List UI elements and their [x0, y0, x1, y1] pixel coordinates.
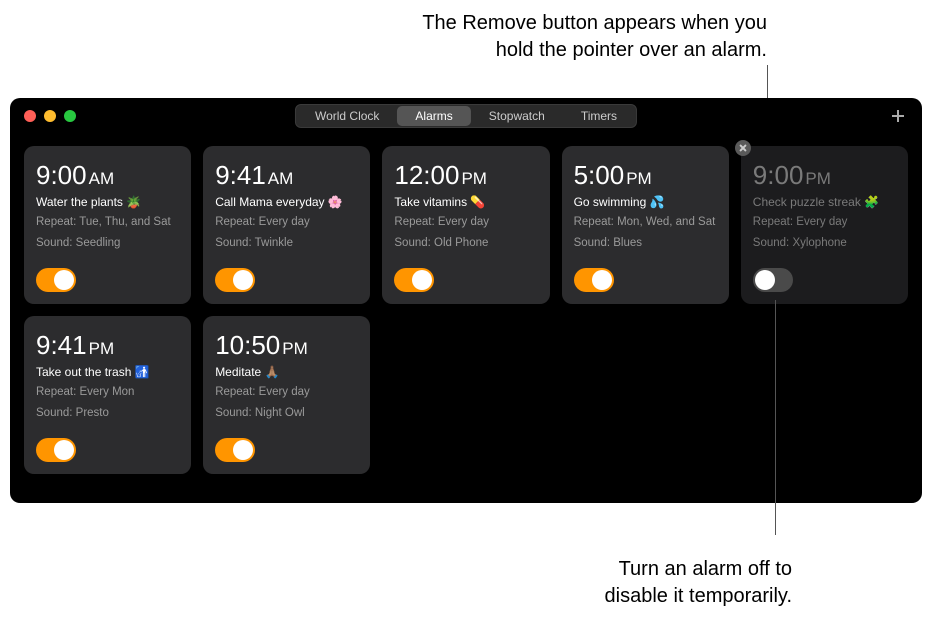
alarm-period: PM: [461, 169, 487, 189]
alarm-period: PM: [282, 339, 308, 359]
alarm-repeat: Repeat: Mon, Wed, and Sat: [574, 215, 717, 230]
alarm-label: Go swimming 💦: [574, 195, 717, 209]
alarm-toggle[interactable]: [215, 268, 255, 292]
toggle-knob: [755, 270, 775, 290]
callout-remove-button: The Remove button appears when youhold t…: [422, 10, 767, 64]
alarm-period: PM: [626, 169, 652, 189]
alarm-sound: Sound: Twinkle: [215, 236, 358, 251]
alarm-label: Water the plants 🪴: [36, 195, 179, 209]
tab-timers[interactable]: Timers: [563, 106, 635, 126]
alarm-time: 10:50PM: [215, 330, 358, 361]
alarm-label: Check puzzle streak 🧩: [753, 195, 896, 209]
x-icon: [739, 144, 747, 152]
alarm-time: 12:00PM: [394, 160, 537, 191]
alarm-toggle[interactable]: [36, 268, 76, 292]
minimize-button[interactable]: [44, 110, 56, 122]
alarm-time: 9:00AM: [36, 160, 179, 191]
alarm-card[interactable]: 12:00PM Take vitamins 💊 Repeat: Every day S…: [382, 146, 549, 304]
tab-bar: World ClockAlarmsStopwatchTimers: [295, 104, 637, 128]
alarm-label: Take vitamins 💊: [394, 195, 537, 209]
tab-world-clock[interactable]: World Clock: [297, 106, 397, 126]
alarm-repeat: Repeat: Every day: [215, 215, 358, 230]
alarm-sound: Sound: Night Owl: [215, 406, 358, 421]
alarm-sound: Sound: Xylophone: [753, 236, 896, 251]
close-button[interactable]: [24, 110, 36, 122]
alarm-time: 5:00PM: [574, 160, 717, 191]
alarm-label: Call Mama everyday 🌸: [215, 195, 358, 209]
alarm-time: 9:41PM: [36, 330, 179, 361]
window-controls: [10, 110, 76, 122]
clock-app-window: World ClockAlarmsStopwatchTimers 9:00AM W…: [10, 98, 922, 503]
alarm-repeat: Repeat: Every day: [215, 385, 358, 400]
toggle-knob: [233, 270, 253, 290]
alarm-repeat: Repeat: Every day: [753, 215, 896, 230]
toggle-knob: [54, 440, 74, 460]
tab-alarms[interactable]: Alarms: [397, 106, 470, 126]
alarm-repeat: Repeat: Every day: [394, 215, 537, 230]
callout-line: [775, 300, 776, 535]
alarm-toggle[interactable]: [215, 438, 255, 462]
toggle-knob: [412, 270, 432, 290]
tab-stopwatch[interactable]: Stopwatch: [471, 106, 563, 126]
toggle-knob: [233, 440, 253, 460]
add-alarm-button[interactable]: [888, 106, 908, 126]
plus-icon: [890, 108, 906, 124]
alarm-time: 9:41AM: [215, 160, 358, 191]
alarm-card[interactable]: 5:00PM Go swimming 💦 Repeat: Mon, Wed, and…: [562, 146, 729, 304]
alarm-sound: Sound: Presto: [36, 406, 179, 421]
alarm-period: AM: [89, 169, 115, 189]
alarm-toggle[interactable]: [753, 268, 793, 292]
alarm-label: Meditate 🙏🏽: [215, 365, 358, 379]
alarm-period: AM: [268, 169, 294, 189]
alarm-repeat: Repeat: Every Mon: [36, 385, 179, 400]
toggle-knob: [54, 270, 74, 290]
callout-toggle-off: Turn an alarm off todisable it temporari…: [605, 556, 792, 610]
alarm-time: 9:00PM: [753, 160, 896, 191]
alarm-card[interactable]: 9:41PM Take out the trash 🚮 Repeat: Every …: [24, 316, 191, 474]
maximize-button[interactable]: [64, 110, 76, 122]
alarm-card[interactable]: 9:00PM Check puzzle streak 🧩 Repeat: Every…: [741, 146, 908, 304]
remove-alarm-button[interactable]: [735, 140, 751, 156]
alarm-card[interactable]: 10:50PM Meditate 🙏🏽 Repeat: Every day Sound…: [203, 316, 370, 474]
alarm-sound: Sound: Old Phone: [394, 236, 537, 251]
alarm-toggle[interactable]: [574, 268, 614, 292]
alarm-grid: 9:00AM Water the plants 🪴 Repeat: Tue, Thu…: [10, 134, 922, 486]
alarm-toggle[interactable]: [394, 268, 434, 292]
alarm-sound: Sound: Seedling: [36, 236, 179, 251]
alarm-sound: Sound: Blues: [574, 236, 717, 251]
alarm-period: PM: [89, 339, 115, 359]
alarm-label: Take out the trash 🚮: [36, 365, 179, 379]
titlebar: World ClockAlarmsStopwatchTimers: [10, 98, 922, 134]
toggle-knob: [592, 270, 612, 290]
alarm-repeat: Repeat: Tue, Thu, and Sat: [36, 215, 179, 230]
alarm-period: PM: [805, 169, 831, 189]
alarm-card[interactable]: 9:41AM Call Mama everyday 🌸 Repeat: Every …: [203, 146, 370, 304]
alarm-card[interactable]: 9:00AM Water the plants 🪴 Repeat: Tue, Thu…: [24, 146, 191, 304]
alarm-toggle[interactable]: [36, 438, 76, 462]
